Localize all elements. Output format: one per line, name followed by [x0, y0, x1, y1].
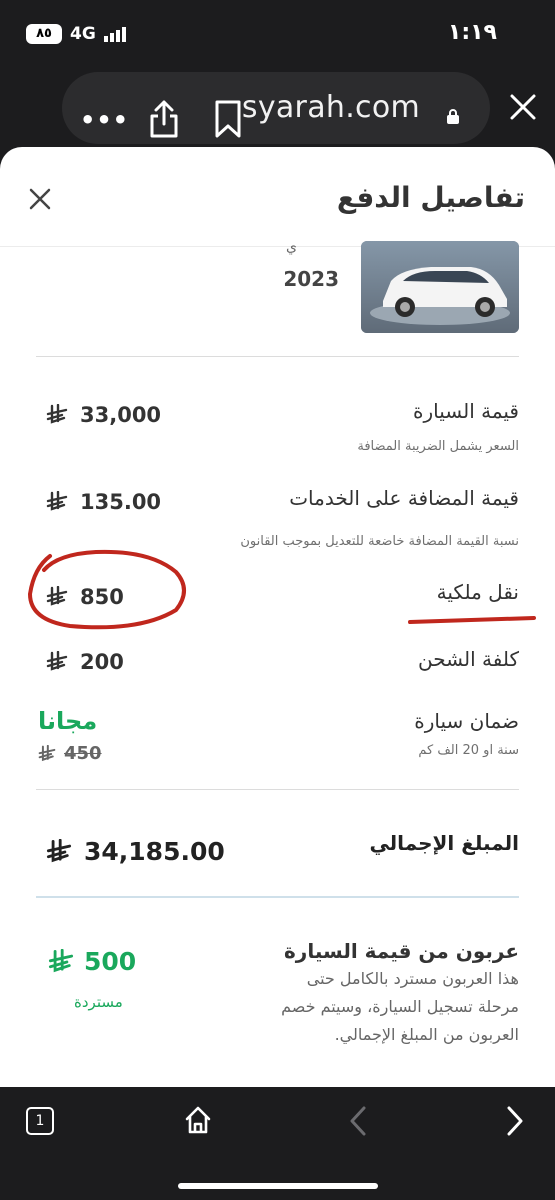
total-label: المبلغ الإجمالي: [369, 831, 519, 855]
network-label: 4G: [70, 24, 96, 44]
more-options-icon[interactable]: •••: [80, 106, 129, 134]
browser-bottom-bar: 1: [0, 1087, 555, 1200]
shipping-cost-label: كلفة الشحن: [418, 647, 519, 671]
bookmark-icon[interactable]: [212, 98, 244, 140]
car-price-note: السعر يشمل الضريبة المضافة: [357, 439, 519, 454]
sheet-title: تفاصيل الدفع: [336, 181, 525, 214]
warranty-label: ضمان سيارة: [414, 709, 519, 733]
deposit-value: 500: [48, 947, 136, 976]
riyal-icon: [46, 838, 72, 862]
ownership-transfer-amount: 850: [80, 585, 124, 609]
divider: [36, 789, 519, 790]
divider: [36, 356, 519, 357]
close-icon[interactable]: [28, 187, 52, 211]
home-icon[interactable]: [184, 1105, 212, 1135]
back-arrow-icon[interactable]: [348, 1105, 368, 1137]
warranty-old-amount: 450: [64, 743, 102, 764]
status-bar: ٨٥ 4G ١:١٩: [0, 0, 555, 60]
status-time: ١:١٩: [447, 20, 497, 45]
car-price-label: قيمة السيارة: [413, 399, 519, 423]
vat-services-value: 135.00: [46, 490, 161, 514]
riyal-icon: [46, 404, 68, 424]
vat-services-note: نسبة القيمة المضافة خاضعة للتعديل بموجب …: [240, 534, 519, 549]
riyal-icon: [46, 586, 68, 606]
car-price-value: 33,000: [46, 403, 161, 427]
browser-toolbar: ••• syarah.com: [0, 60, 555, 155]
shipping-cost-value: 200: [46, 650, 124, 674]
close-browser-icon[interactable]: [508, 92, 538, 122]
car-thumbnail: [361, 241, 519, 333]
riyal-icon: [46, 651, 68, 671]
riyal-icon: [46, 491, 68, 511]
ownership-transfer-value: 850: [46, 585, 124, 609]
address-bar[interactable]: ••• syarah.com: [62, 72, 490, 144]
deposit-description: هذا العربون مسترد بالكامل حتى مرحلة تسجي…: [281, 969, 519, 1044]
deposit-amount: 500: [84, 947, 137, 976]
warranty-free-value: مجانا: [38, 707, 98, 735]
warranty-old-price: 450: [38, 743, 102, 764]
tabs-icon[interactable]: 1: [26, 1107, 54, 1135]
riyal-icon: [38, 744, 56, 761]
home-indicator: [178, 1183, 378, 1189]
divider: [36, 896, 519, 898]
vat-services-label: قيمة المضافة على الخدمات: [289, 486, 519, 510]
shipping-cost-amount: 200: [80, 650, 124, 674]
car-price-amount: 33,000: [80, 403, 162, 427]
share-icon[interactable]: [148, 98, 180, 140]
url-text: syarah.com: [241, 90, 420, 125]
deposit-refund-badge: مستردة: [74, 993, 123, 1011]
vat-services-amount: 135.00: [80, 490, 162, 514]
total-amount: 34,185.00: [84, 837, 225, 866]
forward-arrow-icon[interactable]: [505, 1105, 525, 1137]
ownership-transfer-label: نقل ملكية: [436, 580, 519, 604]
deposit-title: عربون من قيمة السيارة: [284, 939, 519, 963]
warranty-note: سنة او 20 الف كم: [418, 743, 519, 758]
total-value: 34,185.00: [46, 837, 225, 866]
car-name-fragment: ي: [286, 239, 297, 255]
battery-indicator: ٨٥: [26, 24, 62, 44]
sheet-header: تفاصيل الدفع: [0, 147, 555, 247]
car-year: 2023: [283, 267, 339, 291]
signal-icon: [104, 27, 126, 42]
lock-icon: [447, 109, 459, 124]
riyal-icon: [48, 948, 74, 972]
payment-details-sheet: تفاصيل الدفع ي 2023 قيمة السيارة السعر ي…: [0, 147, 555, 1087]
